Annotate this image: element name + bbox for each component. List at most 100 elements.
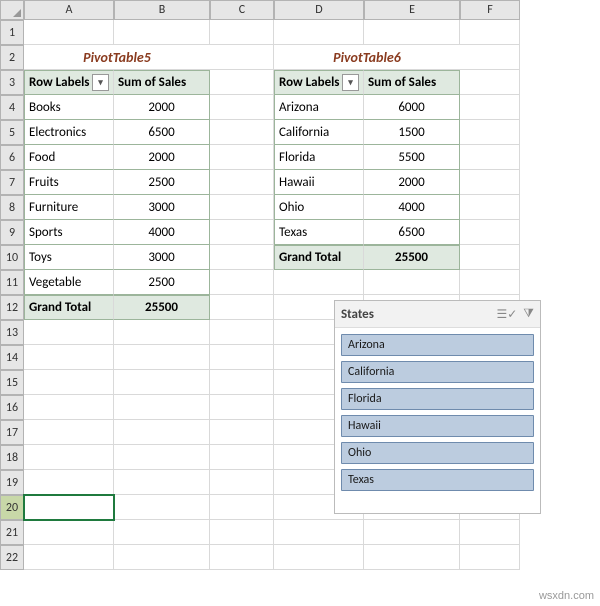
row-header-6[interactable]: 6 (0, 145, 24, 170)
cell[interactable] (210, 395, 274, 420)
cell[interactable] (460, 20, 520, 45)
cell[interactable] (114, 545, 210, 570)
cell[interactable] (210, 520, 274, 545)
cell[interactable] (210, 420, 274, 445)
pivot2-row-label[interactable]: Hawaii (274, 170, 364, 195)
cell[interactable] (210, 20, 274, 45)
pivot1-row-label[interactable]: Electronics (24, 120, 114, 145)
cell[interactable] (24, 370, 114, 395)
cell[interactable] (210, 95, 274, 120)
pivot2-row-value[interactable]: 4000 (364, 195, 460, 220)
pivot1-sum-header[interactable]: Sum of Sales (114, 70, 210, 95)
cell[interactable] (210, 145, 274, 170)
row-header-9[interactable]: 9 (0, 220, 24, 245)
cell[interactable] (274, 520, 364, 545)
pivot2-rowlabels-header[interactable]: Row Labels▾ (274, 70, 364, 95)
row-header-1[interactable]: 1 (0, 20, 24, 45)
pivot1-row-label[interactable]: Vegetable (24, 270, 114, 295)
pivot1-row-label[interactable]: Furniture (24, 195, 114, 220)
cell[interactable] (114, 320, 210, 345)
pivot1-rowlabels-header[interactable]: Row Labels▾ (24, 70, 114, 95)
row-header-7[interactable]: 7 (0, 170, 24, 195)
cell[interactable] (210, 70, 274, 95)
cell[interactable] (114, 20, 210, 45)
cell[interactable] (24, 445, 114, 470)
cell[interactable] (114, 345, 210, 370)
slicer-item[interactable]: Texas (341, 469, 534, 491)
cell[interactable] (24, 420, 114, 445)
cell[interactable] (460, 245, 520, 270)
slicer-item[interactable]: Hawaii (341, 415, 534, 437)
cell[interactable] (460, 270, 520, 295)
pivot2-row-label[interactable]: Florida (274, 145, 364, 170)
col-header-C[interactable]: C (210, 0, 274, 20)
pivot2-sum-header[interactable]: Sum of Sales (364, 70, 460, 95)
cell[interactable] (210, 170, 274, 195)
pivot2-row-value[interactable]: 1500 (364, 120, 460, 145)
cell[interactable] (460, 95, 520, 120)
cell[interactable] (114, 395, 210, 420)
pivot1-row-label[interactable]: Toys (24, 245, 114, 270)
cell[interactable] (460, 545, 520, 570)
pivot1-row-value[interactable]: 2500 (114, 270, 210, 295)
cell[interactable] (364, 545, 460, 570)
pivot1-row-label[interactable]: Fruits (24, 170, 114, 195)
cell[interactable] (364, 270, 460, 295)
cell[interactable] (114, 495, 210, 520)
row-header-11[interactable]: 11 (0, 270, 24, 295)
cell[interactable] (114, 370, 210, 395)
pivot2-row-label[interactable]: Texas (274, 220, 364, 245)
slicer-item[interactable]: California (341, 361, 534, 383)
cell[interactable] (210, 45, 274, 70)
filter-dropdown-icon[interactable]: ▾ (342, 74, 359, 91)
pivot2-row-value[interactable]: 6000 (364, 95, 460, 120)
row-header-21[interactable]: 21 (0, 520, 24, 545)
cell[interactable] (24, 20, 114, 45)
cell[interactable] (460, 145, 520, 170)
pivot2-row-value[interactable]: 5500 (364, 145, 460, 170)
pivot2-row-label[interactable]: Arizona (274, 95, 364, 120)
slicer-item[interactable]: Florida (341, 388, 534, 410)
slicer-clearfilter-icon[interactable]: ⧩ (523, 307, 534, 322)
cell[interactable] (24, 395, 114, 420)
cell[interactable] (114, 470, 210, 495)
col-header-B[interactable]: B (114, 0, 210, 20)
pivot1-row-value[interactable]: 2500 (114, 170, 210, 195)
row-header-13[interactable]: 13 (0, 320, 24, 345)
cell[interactable] (274, 20, 364, 45)
pivot2-grandtotal-label[interactable]: Grand Total (274, 245, 364, 270)
row-header-3[interactable]: 3 (0, 70, 24, 95)
cell[interactable] (210, 195, 274, 220)
pivot2-row-label[interactable]: California (274, 120, 364, 145)
pivot1-title[interactable]: PivotTable5 (24, 45, 210, 70)
pivot1-row-value[interactable]: 3000 (114, 245, 210, 270)
cell[interactable] (210, 270, 274, 295)
cell[interactable] (24, 470, 114, 495)
col-header-D[interactable]: D (274, 0, 364, 20)
cell[interactable] (210, 495, 274, 520)
pivot1-grandtotal-value[interactable]: 25500 (114, 295, 210, 320)
col-header-F[interactable]: F (460, 0, 520, 20)
cell[interactable] (460, 120, 520, 145)
filter-dropdown-icon[interactable]: ▾ (92, 74, 109, 91)
row-header-18[interactable]: 18 (0, 445, 24, 470)
cell[interactable] (460, 220, 520, 245)
cell[interactable] (210, 345, 274, 370)
cell[interactable] (24, 320, 114, 345)
slicer-item[interactable]: Ohio (341, 442, 534, 464)
slicer-multiselect-icon[interactable]: ☰✓ (496, 307, 517, 322)
col-header-E[interactable]: E (364, 0, 460, 20)
row-header-5[interactable]: 5 (0, 120, 24, 145)
pivot2-title[interactable]: PivotTable6 (274, 45, 460, 70)
cell[interactable] (364, 20, 460, 45)
cell[interactable] (114, 520, 210, 545)
row-header-8[interactable]: 8 (0, 195, 24, 220)
row-header-17[interactable]: 17 (0, 420, 24, 445)
cell[interactable] (210, 445, 274, 470)
col-header-A[interactable]: A (24, 0, 114, 20)
pivot1-row-label[interactable]: Food (24, 145, 114, 170)
cell[interactable] (274, 270, 364, 295)
pivot1-row-label[interactable]: Sports (24, 220, 114, 245)
pivot1-row-value[interactable]: 2000 (114, 145, 210, 170)
pivot2-row-value[interactable]: 2000 (364, 170, 460, 195)
